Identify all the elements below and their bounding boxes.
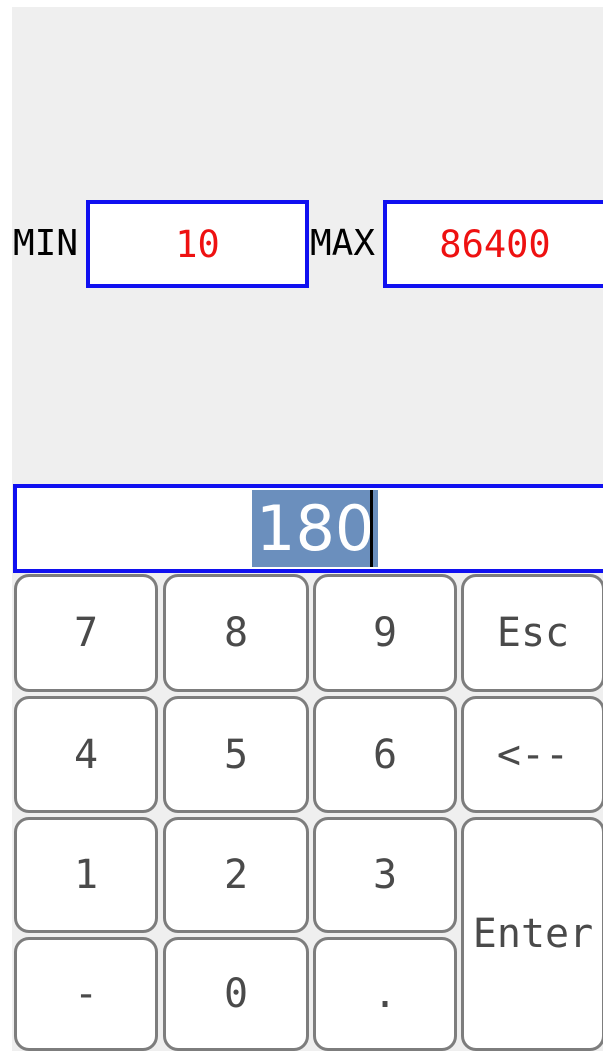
enter-button[interactable]: Enter bbox=[461, 817, 603, 1051]
key-1[interactable]: 1 bbox=[14, 817, 158, 933]
esc-button[interactable]: Esc bbox=[461, 574, 603, 692]
key-8[interactable]: 8 bbox=[163, 574, 309, 692]
key-2[interactable]: 2 bbox=[163, 817, 309, 933]
max-value-field: 86400 bbox=[383, 200, 603, 288]
min-value-field: 10 bbox=[86, 200, 309, 288]
key-9[interactable]: 9 bbox=[313, 574, 457, 692]
key-0[interactable]: 0 bbox=[163, 937, 309, 1051]
min-label: MIN bbox=[13, 223, 79, 264]
text-caret bbox=[370, 490, 373, 567]
key-4[interactable]: 4 bbox=[14, 696, 158, 813]
key-7[interactable]: 7 bbox=[14, 574, 158, 692]
minus-key[interactable]: - bbox=[14, 937, 158, 1051]
backspace-button[interactable]: <-- bbox=[461, 696, 603, 813]
selected-value-text: 180 bbox=[252, 490, 379, 567]
key-6[interactable]: 6 bbox=[313, 696, 457, 813]
key-3[interactable]: 3 bbox=[313, 817, 457, 933]
decimal-point-key[interactable]: . bbox=[313, 937, 457, 1051]
value-input[interactable]: 180 bbox=[13, 484, 603, 573]
key-5[interactable]: 5 bbox=[163, 696, 309, 813]
max-label: MAX bbox=[310, 223, 376, 264]
